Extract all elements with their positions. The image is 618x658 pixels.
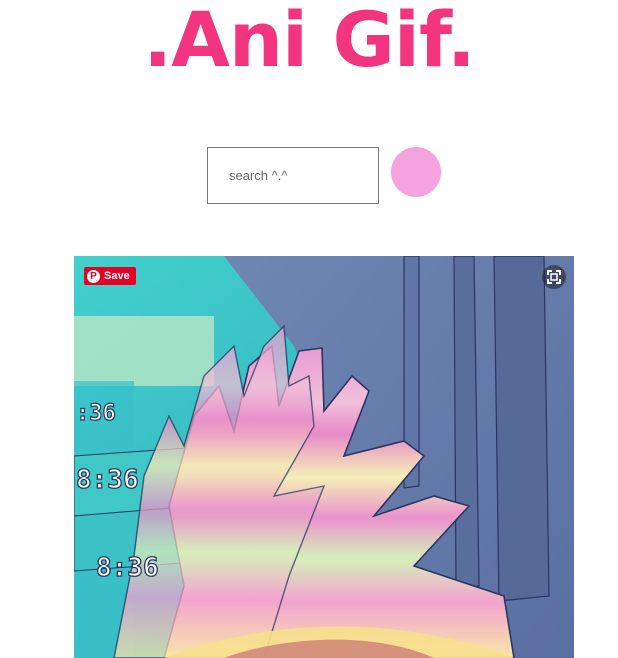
search-button[interactable] (391, 147, 441, 197)
gif-artwork: :36 8:36 8:36 (74, 256, 574, 658)
pinterest-save-button[interactable]: P Save (84, 267, 136, 285)
save-label: Save (104, 270, 130, 282)
fullscreen-icon (547, 270, 561, 284)
page: .Ani Gif. search ^.^:36 8:36 8:36 P Sav… (0, 0, 618, 658)
site-logo[interactable]: .Ani Gif. (0, 2, 618, 78)
clock-overlay-2: 8:36 (76, 465, 139, 495)
clock-overlay-3: 8:36 (96, 553, 159, 583)
fullscreen-button[interactable] (542, 265, 566, 289)
pinterest-icon: P (87, 269, 100, 283)
search-input[interactable] (208, 148, 378, 203)
gif-image[interactable]: :36 8:36 8:36 P Save (74, 256, 574, 658)
clock-overlay-1: :36 (76, 401, 116, 426)
search-box (207, 147, 379, 204)
